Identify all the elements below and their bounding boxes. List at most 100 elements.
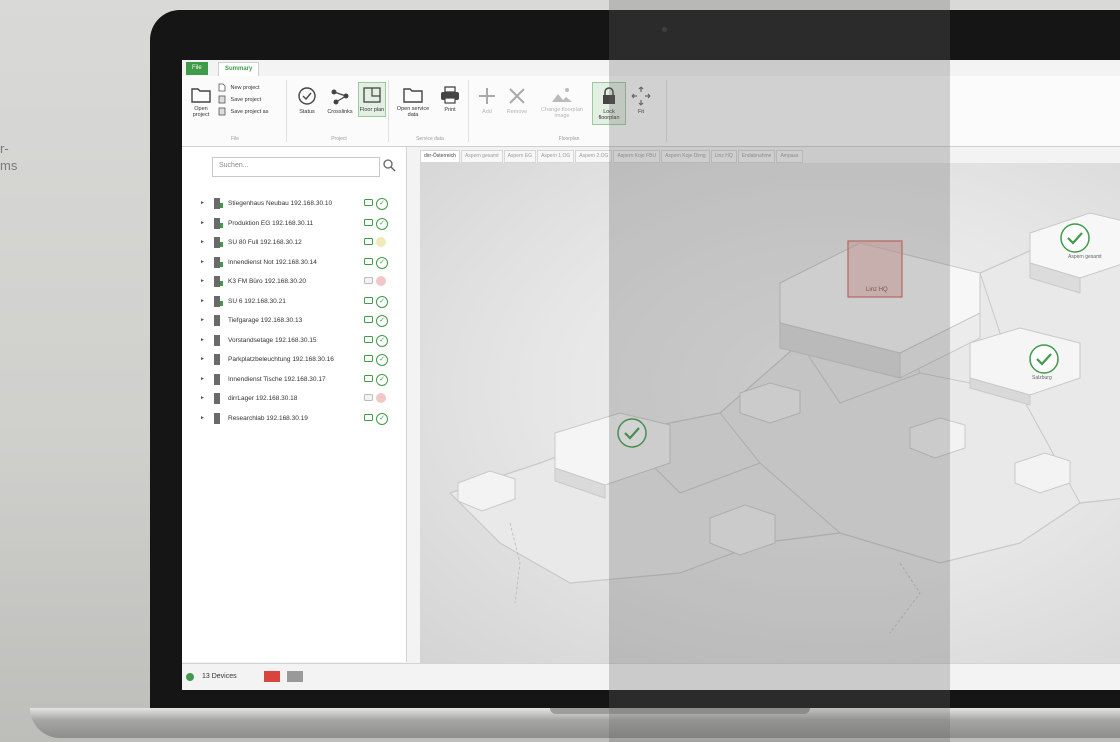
expand-arrow-icon[interactable]: ► [200, 356, 205, 362]
expand-arrow-icon[interactable]: ► [200, 376, 205, 382]
status-indicator-icon: ✓ [376, 373, 388, 386]
printer-icon [441, 86, 459, 104]
status-indicator-icon [376, 393, 386, 403]
print-button[interactable]: Print [436, 86, 464, 113]
floor-plan-label: Floor plan [359, 107, 385, 113]
expand-arrow-icon[interactable]: ► [200, 220, 205, 226]
device-label: Parkplatzbeleuchtung 192.168.30.16 [228, 356, 334, 363]
status-indicator-icon: ✓ [376, 354, 388, 366]
expand-arrow-icon[interactable]: ► [200, 298, 205, 304]
device-label: Tiefgarage 192.168.30.13 [228, 317, 303, 324]
file-group: Open project New project Save project Sa… [184, 80, 287, 142]
service-data-group: Open service data Print Service data [392, 80, 469, 142]
new-project-button[interactable]: New project [218, 83, 260, 93]
open-project-label: Open project [192, 106, 210, 118]
device-row[interactable]: ► K3 FM Büro 192.168.30.20 [200, 273, 400, 293]
device-icon [214, 412, 220, 424]
expand-arrow-icon[interactable]: ► [200, 259, 205, 265]
expand-arrow-icon[interactable]: ► [200, 317, 205, 323]
open-service-data-label: Open service data [396, 106, 430, 118]
file-group-label: File [230, 136, 240, 142]
change-floorplan-image-button[interactable]: Change floorplan image [534, 86, 590, 119]
device-row[interactable]: ► Innendienst Tische 192.168.30.17 ✓ [200, 371, 400, 391]
alert-indicator[interactable] [264, 671, 280, 682]
status-indicator-icon [376, 237, 386, 247]
new-file-icon [218, 83, 226, 92]
device-row[interactable]: ► Tiefgarage 192.168.30.13 ✓ [200, 312, 400, 332]
device-row[interactable]: ► SU 80 Full 192.168.30.12 [200, 234, 400, 254]
device-label: Innendienst Tische 192.168.30.17 [228, 375, 326, 383]
device-icon [214, 237, 223, 248]
device-row[interactable]: ► Vorstandsetage 192.168.30.15 ✓ [200, 332, 400, 352]
expand-arrow-icon[interactable]: ► [200, 395, 205, 401]
floorplan-tab[interactable]: Aspern EG [503, 150, 537, 163]
message-icon [364, 238, 373, 245]
remove-button[interactable]: Remove [502, 86, 532, 115]
status-label: Status [299, 109, 315, 115]
message-icon [364, 199, 373, 206]
device-row[interactable]: ► Stiegenhaus Neubau 192.168.30.10 ✓ [200, 195, 400, 215]
message-icon [364, 394, 373, 401]
device-row[interactable]: ► Parkplatzbeleuchtung 192.168.30.16 ✓ [200, 351, 400, 371]
network-indicator[interactable] [287, 671, 303, 682]
status-indicator-icon: ✓ [376, 295, 388, 308]
remove-label: Remove [506, 109, 528, 115]
tab-summary[interactable]: Summary [218, 62, 260, 76]
save-as-icon [218, 107, 226, 116]
save-project-as-button[interactable]: Save project as [218, 107, 268, 117]
device-label: Innendienst Not 192.168.30.14 [228, 258, 317, 266]
device-icon [214, 295, 223, 307]
message-icon [364, 277, 373, 284]
device-row[interactable]: ► SU 6 192.168.30.21 ✓ [200, 293, 400, 313]
expand-arrow-icon[interactable]: ► [200, 239, 205, 245]
floor-plan-button[interactable]: Floor plan [358, 82, 386, 117]
status-indicator-icon: ✓ [376, 198, 388, 210]
status-button[interactable]: Status [294, 86, 320, 115]
device-row[interactable]: ► dirrLager 192.168.30.18 [200, 390, 400, 410]
salzburg-label: Salzburg [1032, 375, 1052, 381]
tab-file[interactable]: File [186, 62, 208, 75]
message-icon [364, 355, 373, 362]
device-tree: ► Stiegenhaus Neubau 192.168.30.10 ✓ ► Produ… [200, 195, 400, 429]
search-input[interactable]: Suchen... [212, 157, 380, 177]
floorplan-tab[interactable]: Aspern 1.OG [537, 150, 575, 163]
device-icon [214, 217, 223, 229]
save-project-button[interactable]: Save project [218, 95, 261, 105]
new-project-label: New project [230, 85, 260, 91]
add-button[interactable]: Add [474, 86, 500, 115]
wall-text: r- ms [0, 140, 17, 174]
open-service-data-button[interactable]: Open service data [394, 86, 432, 118]
open-project-button[interactable]: Open project [186, 86, 216, 118]
message-icon [364, 296, 373, 304]
message-icon [364, 413, 373, 421]
folder-icon [191, 88, 211, 103]
expand-arrow-icon[interactable]: ► [200, 415, 205, 421]
floorplan-tab[interactable]: Aspern 2.OG [575, 150, 613, 163]
add-label: Add [482, 109, 492, 115]
device-row[interactable]: ► Researchlab 192.168.30.19 ✓ [200, 410, 400, 430]
floorplan-tab[interactable]: Aspern gesamt [460, 150, 503, 163]
check-circle-icon [1029, 344, 1059, 374]
save-icon [218, 95, 226, 104]
wall-text-line: ms [0, 158, 18, 173]
device-label: SU 80 Full 192.168.30.12 [228, 239, 302, 246]
project-group-label: Project [331, 136, 347, 142]
search-icon[interactable] [382, 158, 396, 172]
status-indicator-icon [376, 276, 386, 286]
device-label: SU 6 192.168.30.21 [228, 297, 286, 305]
expand-arrow-icon[interactable]: ► [200, 278, 205, 284]
device-row[interactable]: ► Produktion EG 192.168.30.11 ✓ [200, 215, 400, 235]
status-indicator-icon: ✓ [376, 256, 388, 269]
service-data-group-label: Service data [416, 136, 444, 142]
crosslinks-button[interactable]: Crosslinks [324, 86, 356, 115]
device-row[interactable]: ► Innendienst Not 192.168.30.14 ✓ [200, 254, 400, 274]
expand-arrow-icon[interactable]: ► [200, 200, 205, 206]
device-icon [214, 198, 223, 209]
check-circle-icon [298, 87, 316, 105]
check-circle-icon [1060, 223, 1090, 253]
device-label: dirrLager 192.168.30.18 [228, 395, 298, 402]
message-icon [364, 218, 373, 226]
expand-arrow-icon[interactable]: ► [200, 337, 205, 343]
floorplan-tab[interactable]: dirr-Österreich [420, 150, 460, 163]
device-icon [214, 334, 220, 346]
